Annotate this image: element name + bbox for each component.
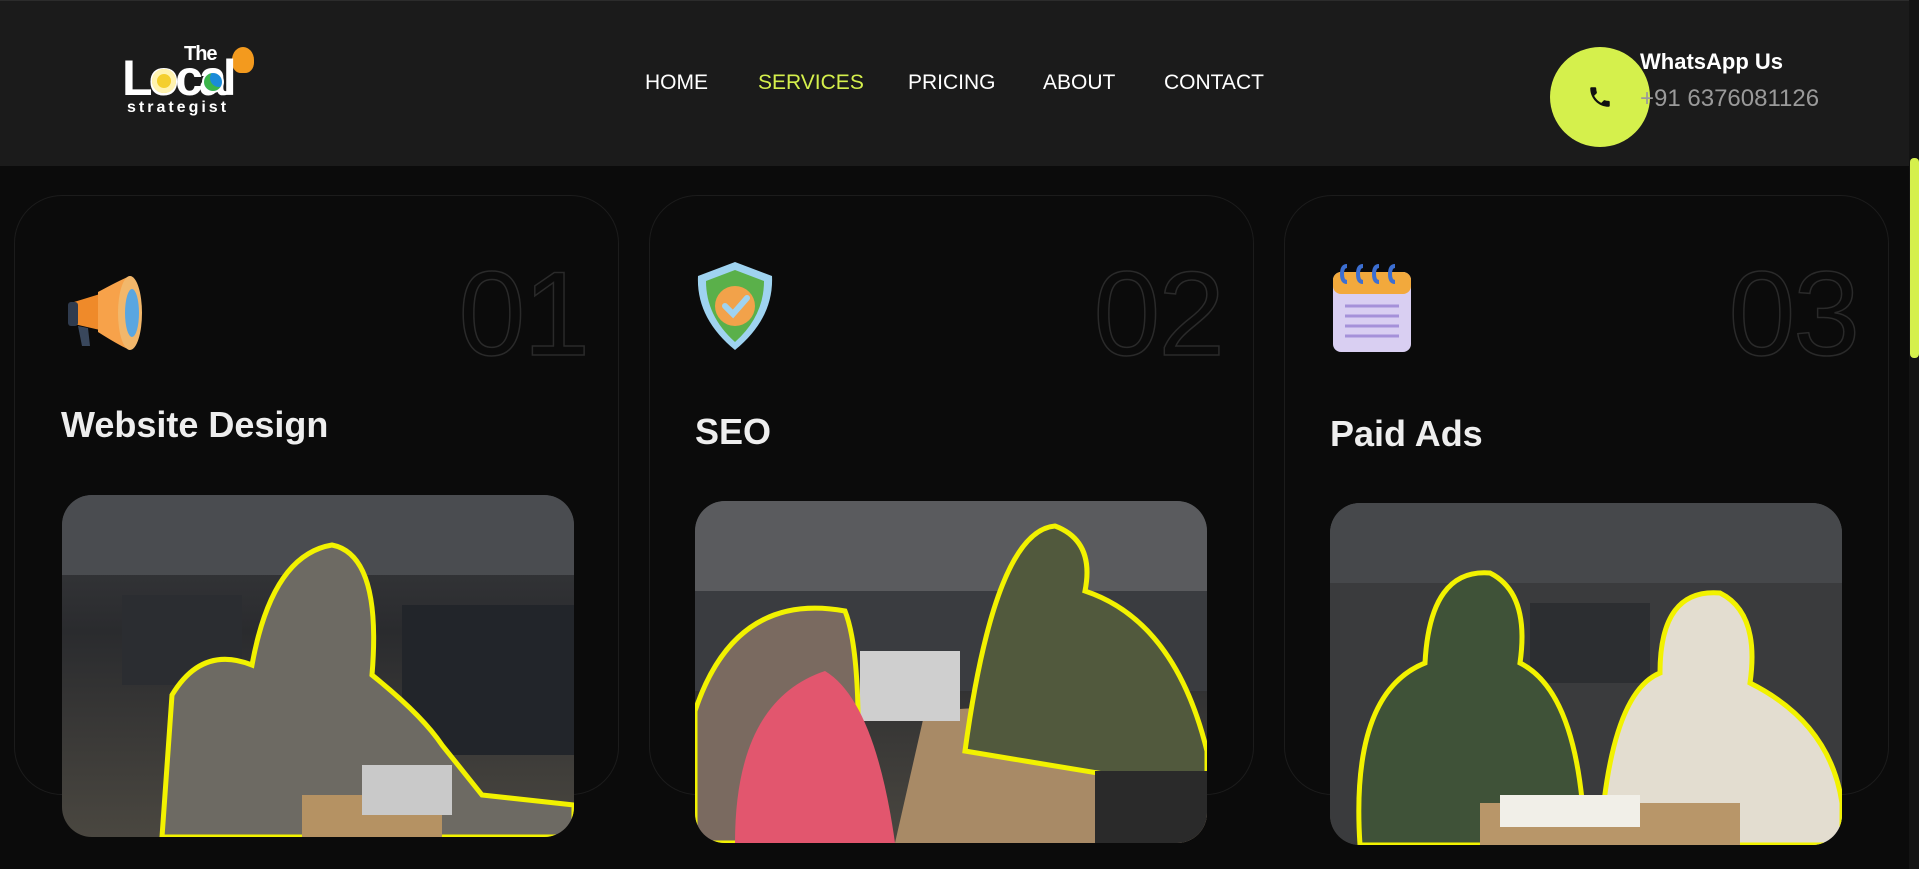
service-card-website-design[interactable]: 01 Website Design (14, 195, 619, 837)
scrollbar-track[interactable] (1909, 0, 1919, 869)
scrollbar-thumb[interactable] (1910, 158, 1919, 358)
whatsapp-button[interactable] (1550, 47, 1650, 147)
service-card-paid-ads[interactable]: 03 Paid Ads (1284, 195, 1889, 845)
phone-icon (1590, 87, 1610, 107)
nav-services[interactable]: SERVICES (758, 71, 864, 95)
service-number: 02 (1093, 247, 1226, 381)
service-card-seo[interactable]: 02 SEO (649, 195, 1254, 843)
logo-word-strategist: strategist (127, 99, 230, 116)
nav-contact[interactable]: CONTACT (1164, 71, 1264, 95)
nav-home[interactable]: HOME (645, 71, 708, 95)
service-title: Paid Ads (1330, 413, 1483, 454)
megaphone-icon (68, 276, 142, 350)
notepad-icon (1333, 264, 1411, 352)
team-photo (62, 495, 574, 837)
team-photo (695, 501, 1207, 843)
site-logo[interactable]: The Local strategist (122, 43, 257, 127)
lightbulb-icon (232, 47, 254, 73)
sun-icon (152, 69, 176, 93)
site-header: The Local strategist HOME SERVICES PRICI… (0, 0, 1919, 166)
service-number: 01 (458, 247, 591, 381)
service-number: 03 (1728, 247, 1861, 381)
team-photo (1330, 503, 1842, 845)
service-title: Website Design (61, 404, 329, 445)
shield-check-icon (697, 262, 773, 350)
nav-about[interactable]: ABOUT (1043, 71, 1115, 95)
globe-icon (202, 71, 224, 93)
whatsapp-title[interactable]: WhatsApp Us (1640, 49, 1783, 75)
whatsapp-phone[interactable]: +91 6376081126 (1640, 85, 1819, 113)
service-title: SEO (695, 411, 772, 452)
nav-pricing[interactable]: PRICING (908, 71, 996, 95)
